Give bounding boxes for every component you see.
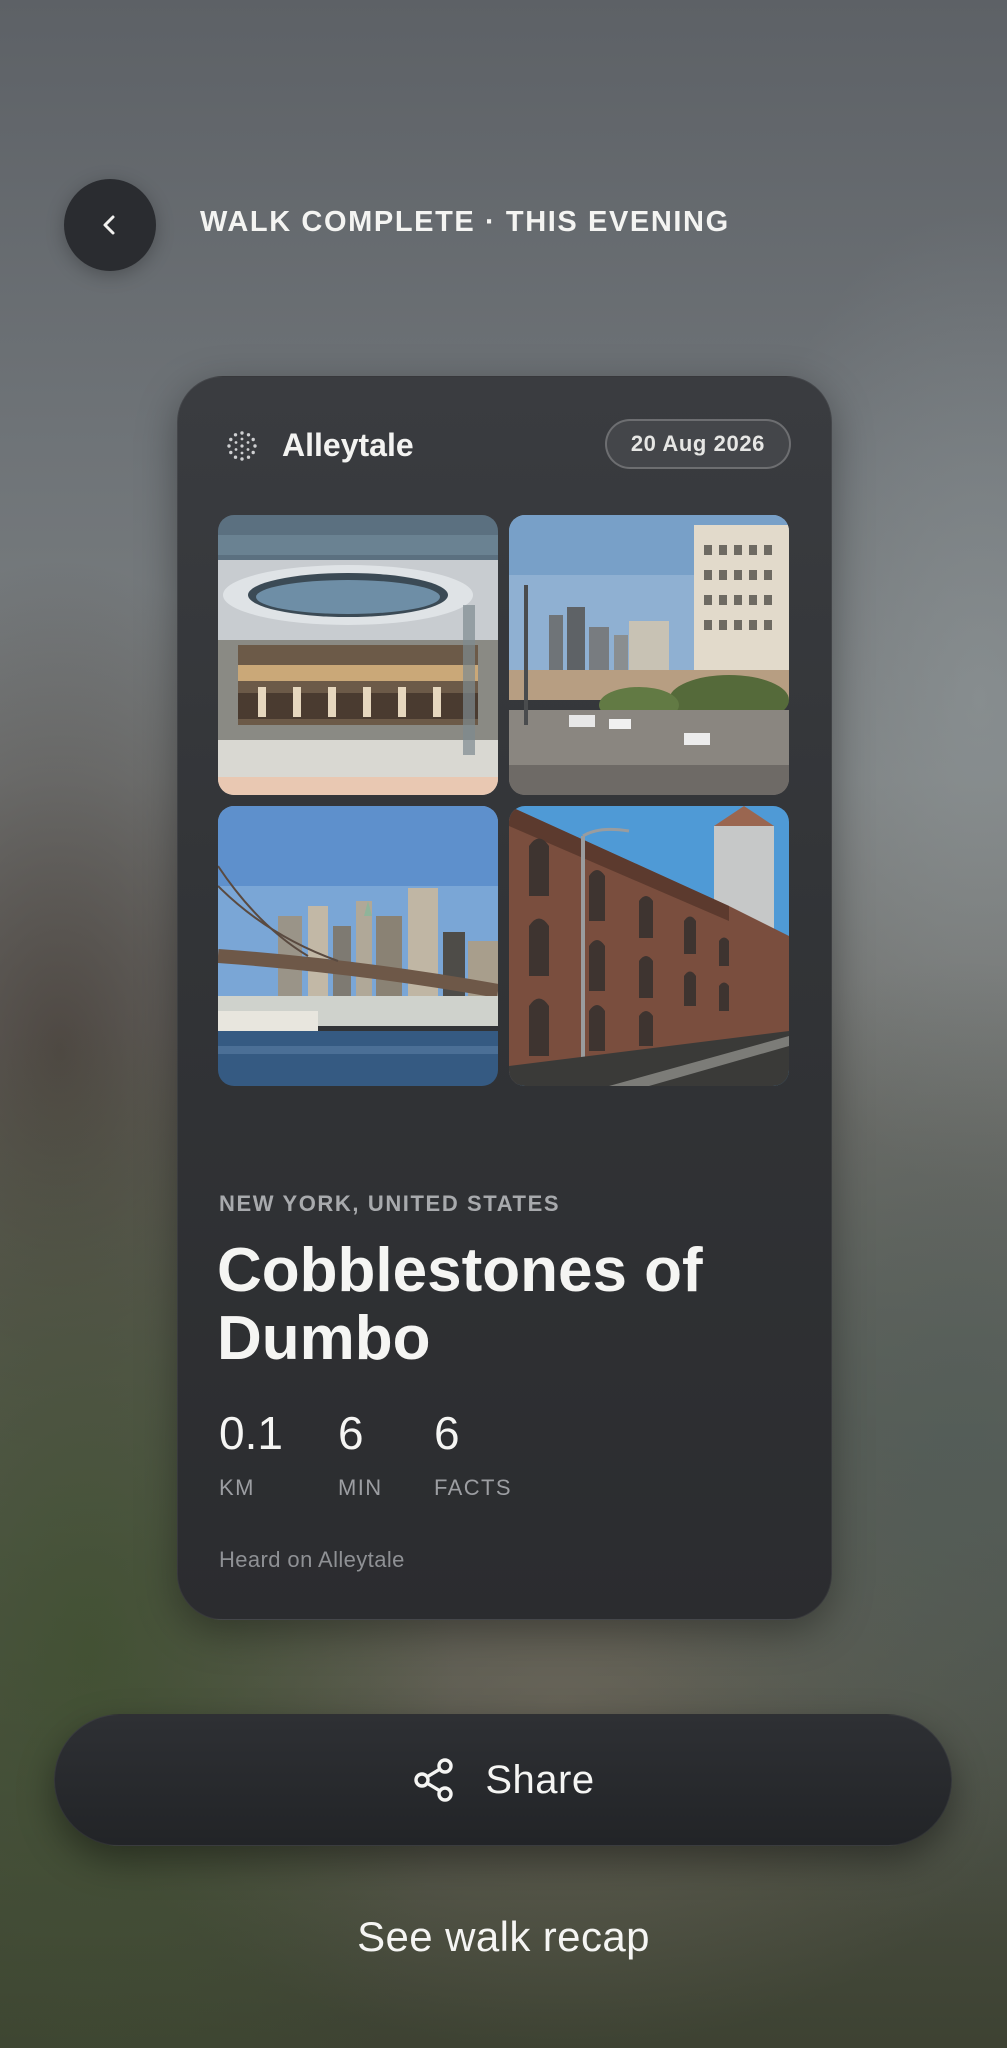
date-badge: 20 Aug 2026 [604,419,791,469]
see-walk-recap-link[interactable]: See walk recap [0,1913,1007,1961]
brand: Alleytale [226,427,414,464]
stat-distance: 0.1 KM [219,1407,338,1501]
stat-value: 6 [434,1407,460,1459]
brick-warehouse-photo [509,806,789,1086]
stat-facts: 6 FACTS [434,1407,554,1501]
dotted-circle-logo-icon [227,430,257,461]
stat-duration: 6 MIN [338,1407,434,1501]
share-icon [414,1758,454,1802]
walk-summary-card: Alleytale 20 Aug 2026 NEW YORK, UNITED S… [177,376,832,1620]
street-view-photo [509,515,789,795]
walk-stats: 0.1 KM 6 MIN 6 FACTS [219,1407,554,1501]
back-button[interactable] [64,179,156,271]
location-label: NEW YORK, UNITED STATES [219,1191,561,1216]
stat-label: MIN [338,1475,383,1500]
stat-value: 6 [338,1407,364,1459]
bridge-skyline-photo [218,806,498,1086]
stat-label: KM [219,1475,255,1500]
stat-label: FACTS [434,1475,512,1500]
stat-value: 0.1 [219,1407,283,1459]
carousel-photo [218,515,498,795]
card-footer-text: Heard on Alleytale [219,1547,405,1572]
share-button[interactable]: Share [54,1714,952,1846]
brand-name: Alleytale [282,427,414,463]
share-button-label: Share [485,1757,595,1802]
chevron-left-icon [103,215,115,235]
page-title: WALK COMPLETE · THIS EVENING [200,206,730,238]
walk-title: Cobblestones of Dumbo [217,1236,703,1373]
